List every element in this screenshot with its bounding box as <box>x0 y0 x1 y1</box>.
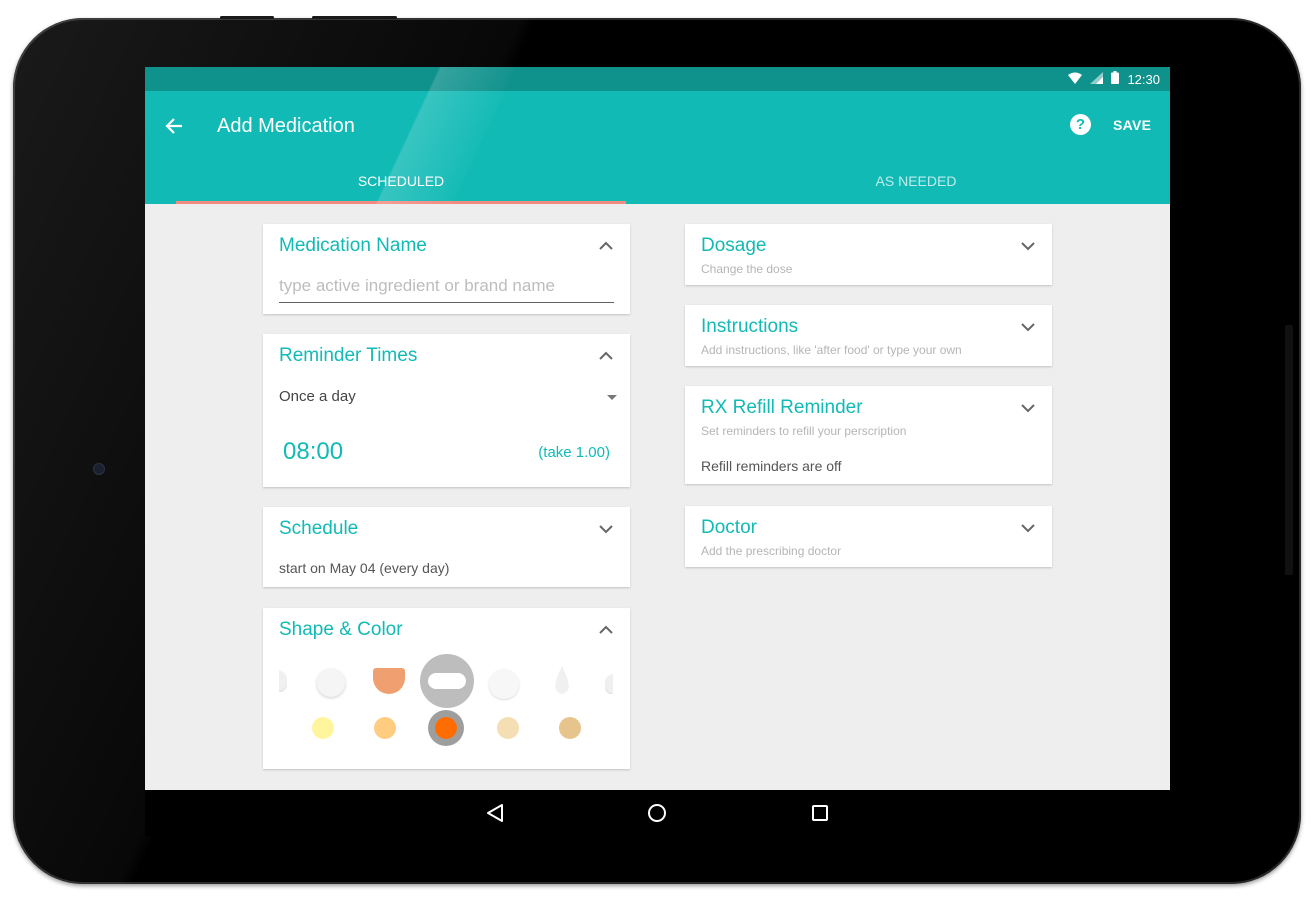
dropdown-arrow-icon <box>607 395 617 400</box>
half-round-right-shape[interactable] <box>605 674 613 694</box>
arrow-left-icon <box>165 118 182 134</box>
schedule-summary: start on May 04 (every day) <box>279 560 450 576</box>
tab-scheduled[interactable]: SCHEDULED <box>176 173 626 189</box>
round-shape[interactable] <box>317 669 345 697</box>
chevron-down-icon[interactable] <box>1019 519 1037 537</box>
save-button[interactable]: SAVE <box>1113 117 1151 133</box>
card-title: Schedule <box>279 518 359 539</box>
status-bar: 12:30 <box>145 67 1170 91</box>
back-button[interactable] <box>161 113 187 139</box>
capsule-pill <box>428 673 466 689</box>
recents-nav-icon[interactable] <box>809 802 831 824</box>
chevron-up-icon[interactable] <box>597 621 615 639</box>
frequency-value: Once a day <box>279 388 356 405</box>
shield-shape[interactable] <box>373 668 405 694</box>
color-orange-dot <box>435 717 457 739</box>
help-icon[interactable]: ? <box>1070 114 1091 135</box>
medication-name-card: Medication Name <box>263 224 630 314</box>
power-button <box>220 16 274 19</box>
card-title: RX Refill Reminder <box>701 397 863 418</box>
color-yellow[interactable] <box>312 717 334 739</box>
chevron-down-icon[interactable] <box>597 520 615 538</box>
color-tan[interactable] <box>559 717 581 739</box>
volume-button <box>312 16 397 19</box>
page-title: Add Medication <box>217 115 355 137</box>
chevron-down-icon[interactable] <box>1019 318 1037 336</box>
card-title: Shape & Color <box>279 619 403 640</box>
main-content: Medication Name Reminder Times Once a da… <box>145 204 1170 790</box>
card-title: Instructions <box>701 316 799 337</box>
doctor-card[interactable]: Doctor Add the prescribing doctor <box>685 506 1052 567</box>
tab-as-needed[interactable]: AS NEEDED <box>661 173 1170 189</box>
chevron-down-icon[interactable] <box>1019 237 1037 255</box>
signal-icon <box>1090 71 1104 87</box>
side-button <box>1285 325 1293 575</box>
reminder-time[interactable]: 08:00 <box>283 438 343 466</box>
schedule-card[interactable]: Schedule start on May 04 (every day) <box>263 507 630 587</box>
card-title: Medication Name <box>279 235 427 256</box>
medication-name-input[interactable] <box>279 276 614 303</box>
reminder-dose[interactable]: (take 1.00) <box>538 444 610 461</box>
drop-shape[interactable] <box>553 666 571 696</box>
card-subtitle: Change the dose <box>701 262 793 276</box>
home-nav-icon[interactable] <box>646 802 668 824</box>
wifi-icon <box>1068 72 1083 87</box>
card-subtitle: Add the prescribing doctor <box>701 544 842 558</box>
system-nav-bar <box>145 790 1170 836</box>
card-title: Doctor <box>701 517 757 538</box>
battery-icon <box>1111 71 1120 87</box>
back-nav-icon[interactable] <box>484 802 506 824</box>
shape-color-card: Shape & Color <box>263 608 630 769</box>
color-wheat[interactable] <box>497 717 519 739</box>
round-large-shape[interactable] <box>489 669 519 699</box>
refill-status: Refill reminders are off <box>701 458 842 474</box>
color-light-orange[interactable] <box>374 717 396 739</box>
frequency-dropdown[interactable]: Once a day <box>279 388 619 410</box>
app-bar: Add Medication ? SAVE SCHEDULED AS NEEDE… <box>145 91 1170 204</box>
instructions-card[interactable]: Instructions Add instructions, like 'aft… <box>685 305 1052 366</box>
reminder-times-card: Reminder Times Once a day 08:00 (take 1.… <box>263 334 630 487</box>
refill-reminder-card[interactable]: RX Refill Reminder Set reminders to refi… <box>685 386 1052 484</box>
color-orange-selected[interactable] <box>428 710 464 746</box>
chevron-down-icon[interactable] <box>1019 399 1037 417</box>
capsule-shape-selected[interactable] <box>420 654 474 708</box>
card-title: Reminder Times <box>279 345 418 366</box>
status-time: 12:30 <box>1127 71 1160 87</box>
dosage-card[interactable]: Dosage Change the dose <box>685 224 1052 285</box>
app-screen: 12:30 Add Medication ? SAVE SCHEDULED AS… <box>145 67 1170 790</box>
card-subtitle: Add instructions, like 'after food' or t… <box>701 343 962 357</box>
half-round-shape[interactable] <box>279 670 287 692</box>
chevron-up-icon[interactable] <box>597 347 615 365</box>
chevron-up-icon[interactable] <box>597 237 615 255</box>
drop-icon <box>555 666 569 694</box>
front-camera <box>94 464 104 474</box>
card-title: Dosage <box>701 235 767 256</box>
card-subtitle: Set reminders to refill your perscriptio… <box>701 424 907 438</box>
